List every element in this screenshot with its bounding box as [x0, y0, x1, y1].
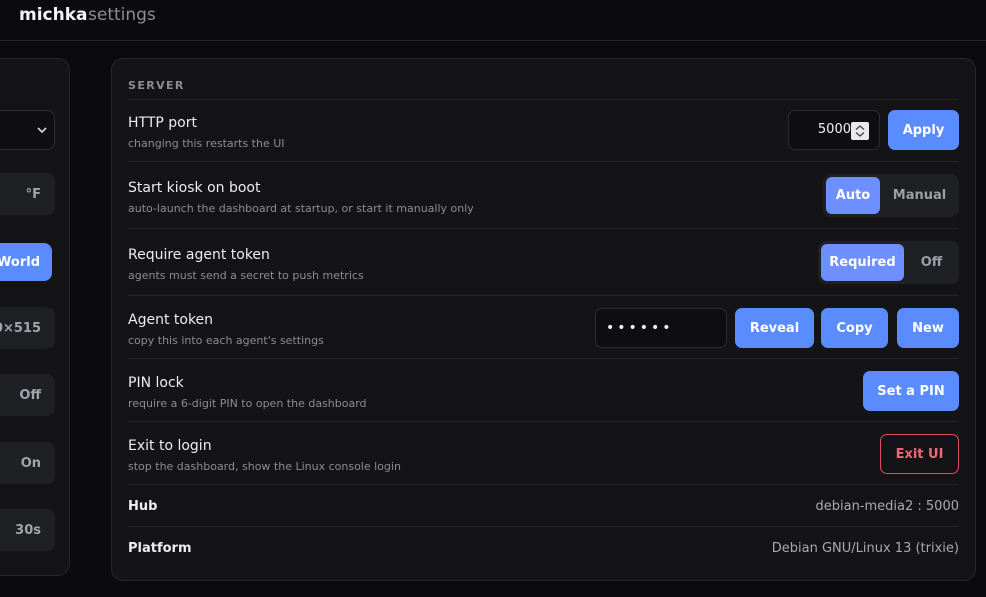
apply-button-label: Apply: [902, 122, 945, 138]
http-port-value: 5000: [817, 122, 851, 137]
left-select[interactable]: [0, 110, 55, 150]
option-label: Auto: [835, 188, 871, 203]
new-token-button[interactable]: New: [897, 308, 959, 348]
agent-token-field[interactable]: ••••••: [595, 308, 727, 348]
http-port-title: HTTP port: [128, 115, 197, 131]
agent-token-masked: ••••••: [606, 320, 674, 336]
left-control-label: 30s: [15, 522, 41, 538]
hub-value: debian-media2 : 5000: [815, 499, 959, 514]
top-bar: michka settings: [0, 0, 986, 41]
platform-value: Debian GNU/Linux 13 (trixie): [771, 541, 959, 556]
left-control-label: World: [0, 254, 40, 270]
left-control-label: On: [20, 455, 41, 471]
section-label: SERVER: [128, 79, 185, 92]
left-control-resolution[interactable]: 0×515: [0, 307, 55, 349]
kiosk-title: Start kiosk on boot: [128, 180, 261, 196]
chevron-down-icon: [37, 127, 47, 134]
left-control-unit[interactable]: °F: [0, 173, 55, 215]
server-settings-panel: SERVER HTTP port changing this restarts …: [111, 58, 976, 581]
divider: [128, 99, 959, 100]
kiosk-desc: auto-launch the dashboard at startup, or…: [128, 202, 474, 215]
exit-title: Exit to login: [128, 438, 212, 454]
kiosk-option-auto[interactable]: Auto: [826, 177, 880, 214]
button-label: Copy: [836, 320, 873, 336]
http-port-input[interactable]: 5000: [788, 110, 880, 150]
left-settings-panel: °F World 0×515 Off On 30s: [0, 58, 70, 576]
require-token-title: Require agent token: [128, 247, 270, 263]
option-label: Off: [920, 255, 943, 270]
pin-lock-title: PIN lock: [128, 375, 184, 391]
port-stepper[interactable]: [851, 122, 869, 140]
require-token-option-required[interactable]: Required: [821, 244, 904, 281]
button-label: Reveal: [749, 320, 800, 336]
divider: [128, 295, 959, 296]
left-control-label: Off: [19, 387, 41, 403]
apply-port-button[interactable]: Apply: [888, 110, 959, 150]
divider: [128, 228, 959, 229]
button-label: Exit UI: [895, 446, 944, 462]
left-control-region[interactable]: World: [0, 243, 52, 281]
left-control-toggle-on[interactable]: On: [0, 442, 55, 484]
left-control-interval[interactable]: 30s: [0, 509, 55, 551]
exit-ui-button[interactable]: Exit UI: [880, 434, 959, 474]
set-pin-button[interactable]: Set a PIN: [863, 371, 959, 411]
divider: [128, 358, 959, 359]
option-label: Manual: [892, 188, 947, 203]
divider: [128, 526, 959, 527]
page-subtitle: settings: [88, 5, 156, 25]
require-token-option-off[interactable]: Off: [907, 244, 956, 281]
option-label: Required: [829, 255, 896, 270]
copy-token-button[interactable]: Copy: [821, 308, 888, 348]
kiosk-mode-toggle: Auto Manual: [823, 174, 959, 217]
agent-token-title: Agent token: [128, 312, 214, 328]
kiosk-option-manual[interactable]: Manual: [883, 177, 956, 214]
require-token-toggle: Required Off: [818, 241, 959, 284]
left-control-label: 0×515: [0, 320, 41, 336]
require-token-desc: agents must send a secret to push metric…: [128, 269, 364, 282]
hub-label: Hub: [128, 499, 158, 514]
http-port-desc: changing this restarts the UI: [128, 137, 285, 150]
divider: [128, 161, 959, 162]
exit-desc: stop the dashboard, show the Linux conso…: [128, 460, 401, 473]
divider: [128, 484, 959, 485]
reveal-token-button[interactable]: Reveal: [735, 308, 814, 348]
left-control-toggle-off[interactable]: Off: [0, 374, 55, 416]
button-label: New: [912, 320, 944, 336]
left-control-label: °F: [25, 186, 41, 202]
platform-label: Platform: [128, 541, 192, 556]
agent-token-desc: copy this into each agent's settings: [128, 334, 324, 347]
button-label: Set a PIN: [877, 383, 945, 399]
pin-lock-desc: require a 6-digit PIN to open the dashbo…: [128, 397, 367, 410]
app-brand: michka: [19, 5, 88, 25]
divider: [128, 421, 959, 422]
stepper-arrows-icon: [855, 125, 865, 137]
